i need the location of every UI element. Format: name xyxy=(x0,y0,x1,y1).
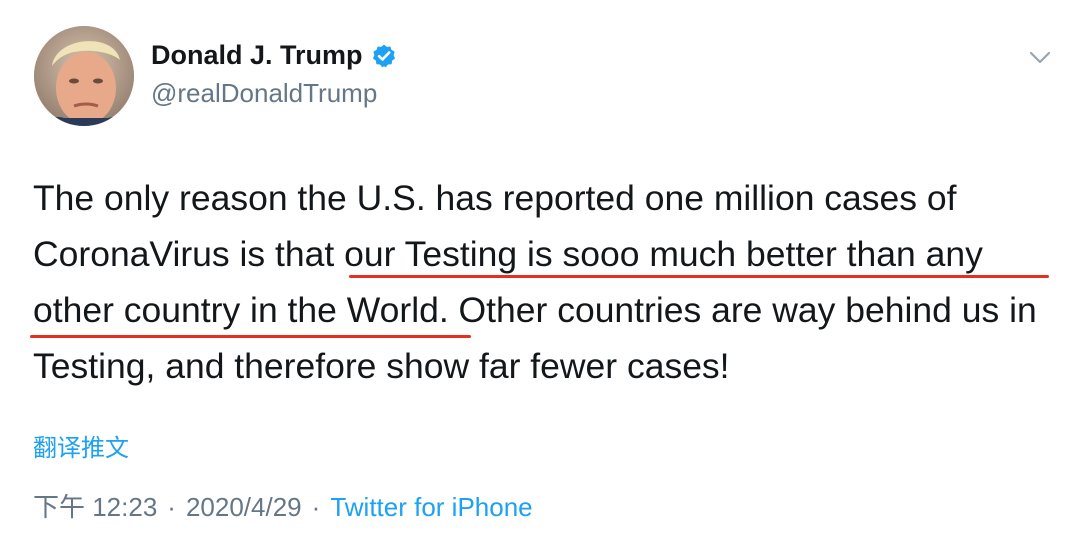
avatar[interactable] xyxy=(34,26,134,126)
meta-separator: · xyxy=(311,492,321,522)
meta-separator: · xyxy=(167,492,176,522)
display-name[interactable]: Donald J. Trump xyxy=(151,40,397,71)
profile-photo xyxy=(34,26,134,126)
translate-tweet-link[interactable]: 翻译推文 xyxy=(33,428,129,463)
tweet-source-link[interactable]: Twitter for iPhone xyxy=(330,492,532,522)
chevron-down-icon[interactable] xyxy=(1026,48,1054,68)
handle[interactable]: @realDonaldTrump xyxy=(151,78,377,109)
verified-badge-icon xyxy=(371,43,397,69)
tweet-date[interactable]: 2020/4/29 xyxy=(186,492,302,522)
tweet-time[interactable]: 下午 12:23 xyxy=(33,492,157,522)
highlight-underline-1 xyxy=(349,275,1049,278)
highlight-underline-2 xyxy=(30,335,471,338)
display-name-text: Donald J. Trump xyxy=(151,40,363,70)
tweet-text: The only reason the U.S. has reported on… xyxy=(33,178,1037,386)
tweet-meta: 下午 12:23 · 2020/4/29 · Twitter for iPhone xyxy=(33,487,533,524)
